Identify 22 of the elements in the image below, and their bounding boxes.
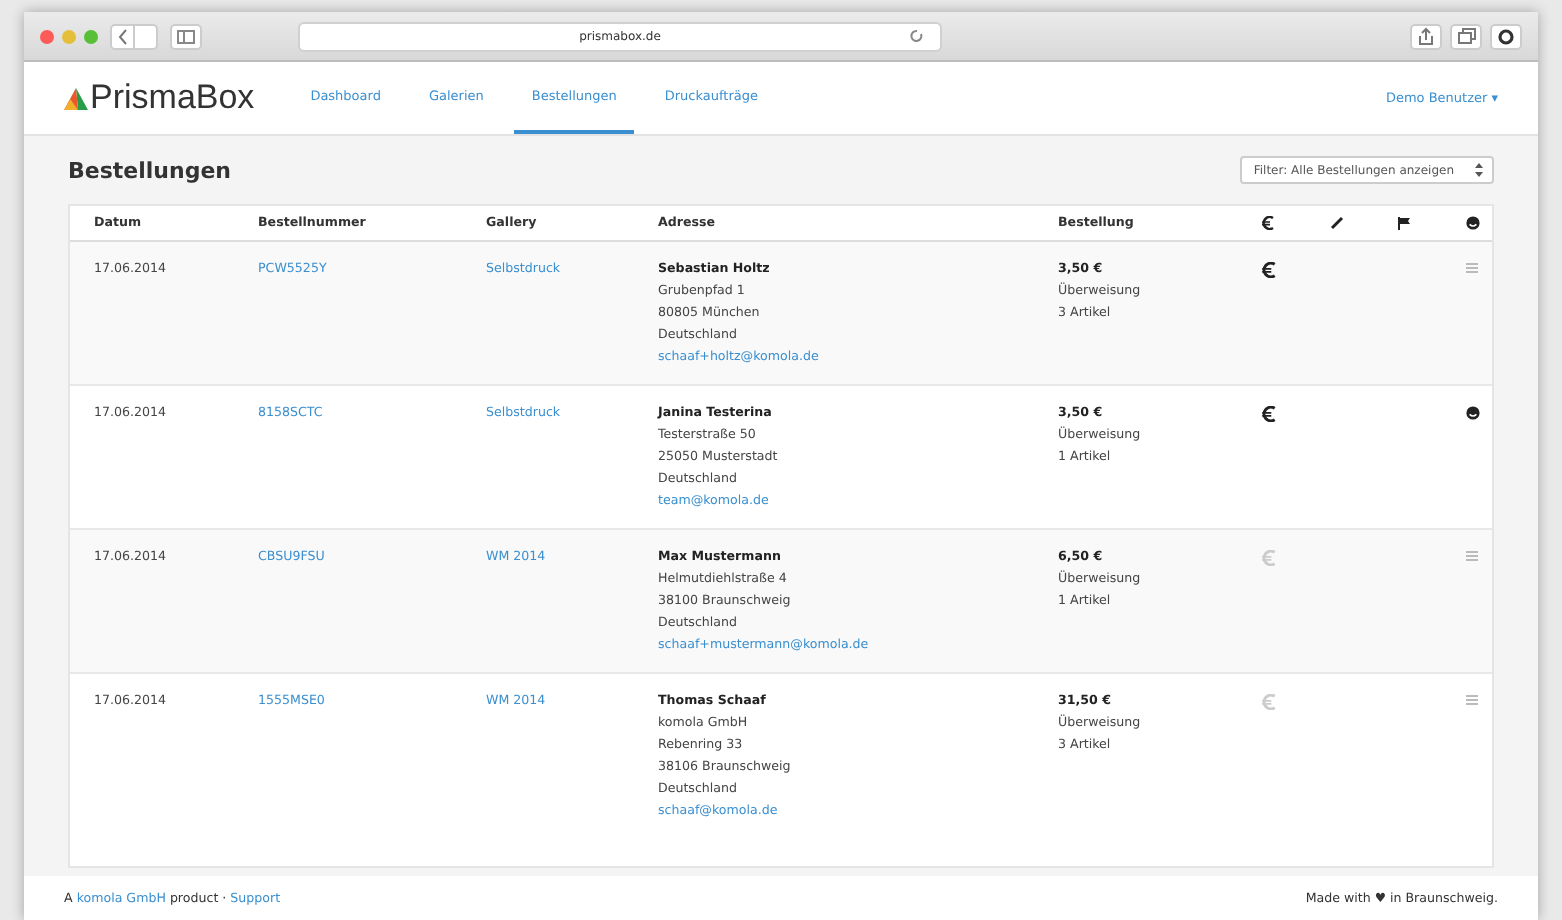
smiley-icon <box>1465 216 1479 230</box>
flag-icon <box>1398 216 1410 230</box>
share-icon[interactable] <box>1410 23 1442 49</box>
list-icon[interactable] <box>1466 550 1478 562</box>
smiley-icon[interactable] <box>1465 406 1479 420</box>
maximize-icon[interactable] <box>84 29 98 43</box>
page-title: Bestellungen <box>68 157 231 183</box>
list-icon[interactable] <box>1466 262 1478 274</box>
settings-icon[interactable] <box>1490 23 1522 49</box>
sidebar-icon[interactable] <box>170 23 202 49</box>
logo-text[interactable]: PrismaBox <box>90 78 255 118</box>
paid-euro-icon[interactable] <box>1261 262 1275 278</box>
close-icon[interactable] <box>40 29 54 43</box>
updown-icon <box>1474 162 1484 178</box>
euro-icon <box>1262 216 1274 230</box>
tabs-icon[interactable] <box>1450 23 1482 49</box>
paid-euro-icon[interactable] <box>1261 406 1275 422</box>
list-icon[interactable] <box>1466 694 1478 706</box>
back-icon[interactable] <box>110 23 158 49</box>
pencil-icon <box>1329 216 1343 230</box>
logo-icon <box>64 87 88 109</box>
reload-icon[interactable] <box>910 27 924 43</box>
